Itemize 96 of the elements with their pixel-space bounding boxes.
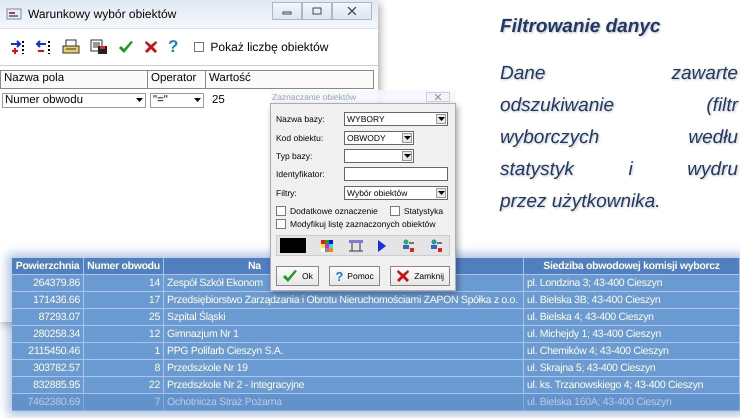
table-cell: Gimnazjum Nr 1 <box>164 326 524 343</box>
window-icon <box>6 7 22 21</box>
value-field[interactable]: 25 <box>208 94 225 106</box>
table-cell: ul. Skrajna 5; 43-400 Cieszyn <box>524 360 740 377</box>
slide-title: Filtrowanie danyc <box>500 16 662 38</box>
maximize-button[interactable] <box>302 2 332 20</box>
field-label: Nazwa bazy: <box>276 114 326 124</box>
user-arrow-icon[interactable] <box>430 239 443 252</box>
table-cell: 7462380.69 <box>12 394 84 411</box>
table-cell: ul. Bielska 160A; 43-400 Cieszyn <box>524 394 740 411</box>
column-header: Numer obwodu <box>84 258 164 275</box>
field-label: Filtry: <box>276 188 298 198</box>
cancel-icon[interactable] <box>144 40 158 54</box>
caret-icon <box>404 136 410 140</box>
user-arrow-icon[interactable] <box>402 239 415 252</box>
checkbox-label: Statystyka <box>404 206 444 216</box>
table-cell: 8 <box>84 360 164 377</box>
caret-icon <box>194 98 201 102</box>
checkbox-label: Dodatkowe oznaczenie <box>290 206 378 216</box>
table-cell: 7 <box>84 394 164 411</box>
maximize-icon <box>312 7 322 15</box>
checkbox[interactable] <box>276 219 286 230</box>
printer-icon[interactable] <box>62 39 80 55</box>
checkbox[interactable] <box>276 206 286 216</box>
operator-dropdown[interactable]: "=" <box>150 92 204 108</box>
caret-icon <box>404 154 410 158</box>
minimize-button[interactable] <box>272 2 302 20</box>
close-button[interactable]: Zamknij <box>390 266 450 286</box>
close-icon <box>347 7 357 15</box>
paragraph-line: przez użytkownika. <box>500 190 662 214</box>
table-cell: 2115450.46 <box>12 343 84 360</box>
color-grid-icon[interactable] <box>321 240 334 252</box>
close-button[interactable] <box>332 2 372 20</box>
field-label: Identyfikator: <box>276 169 326 180</box>
checkbox-label: Modyfikuj listę zaznaczonych obiektów <box>290 219 436 230</box>
table-cell: 1 <box>84 343 164 360</box>
window-title: Warunkowy wybór obiektów <box>28 7 178 21</box>
table-cell: 25 <box>84 309 164 326</box>
caret-icon <box>136 98 143 102</box>
table-cell: 87293.07 <box>12 309 84 326</box>
dropdown[interactable]: Wybór obiektów <box>344 186 448 200</box>
paragraph-line: odszukiwanie (filtr <box>500 94 738 118</box>
table-cell: Szpital Śląski <box>164 309 524 326</box>
text-field[interactable] <box>344 167 448 182</box>
column-header: Siedziba obwodowej komisji wyborcz <box>524 258 740 275</box>
table-cell: 264379.86 <box>12 275 84 292</box>
table-cell: 17 <box>84 292 164 309</box>
paragraph-line: Dane zawarte <box>500 62 738 86</box>
table-cell: 171436.66 <box>12 292 84 309</box>
dropdown[interactable]: OBWODY <box>344 130 414 145</box>
dialog-title: Zaznaczanie obiektów <box>272 92 356 102</box>
table-icon[interactable] <box>348 240 363 252</box>
accept-icon[interactable] <box>118 40 134 54</box>
checkbox[interactable] <box>194 42 204 52</box>
field-label: Typ bazy: <box>276 151 314 162</box>
save-icon[interactable] <box>90 39 108 55</box>
column-header: Nazwa pola <box>0 70 148 89</box>
table-cell: 303782.57 <box>12 360 84 377</box>
dropdown[interactable]: WYBORY <box>344 112 448 126</box>
table-cell: pl. Londzina 3; 43-400 Cieszyn <box>524 275 740 292</box>
table-cell: Przedszkole Nr 19 <box>164 360 524 377</box>
table-cell: 832885.95 <box>12 377 84 394</box>
paragraph-line: wyborczych wedłu <box>500 126 738 150</box>
table-cell: Ochotnicza Straż Pożarna <box>164 394 524 411</box>
add-row-icon[interactable] <box>10 39 26 55</box>
table-cell: ul. Michejdy 1; 43-400 Cieszyn <box>524 326 740 343</box>
table-cell: ul. Bielska 3B; 43-400 Cieszyn <box>524 292 740 309</box>
caret-icon <box>438 117 444 122</box>
caret-icon <box>438 190 444 195</box>
table-cell: ul. Chemików 4; 43-400 Cieszyn <box>524 343 740 360</box>
table-cell: 14 <box>84 275 164 292</box>
help-button[interactable]: ? Pomoc <box>329 266 380 286</box>
check-icon <box>282 269 298 284</box>
table-cell: 280258.34 <box>12 326 84 343</box>
paragraph-line: statystyk i wydru <box>500 158 738 182</box>
table-cell: 22 <box>84 377 164 394</box>
field-label: Kod obiektu: <box>276 132 324 143</box>
table-cell: 12 <box>84 326 164 343</box>
cross-icon <box>396 269 410 284</box>
close-icon <box>434 94 442 100</box>
table-cell: ul. ks. Trzanowskiego 4; 43-400 Cieszyn <box>524 377 740 394</box>
dropdown[interactable] <box>344 149 414 164</box>
ok-button[interactable]: Ok <box>276 266 319 286</box>
table-cell: ul. Bielska 4; 43-400 Cieszyn <box>524 309 740 326</box>
help-icon[interactable]: ? <box>168 37 178 57</box>
checkbox-label: Pokaż liczbę obiektów <box>210 40 328 54</box>
table-cell: Przedszkole Nr 2 - Integracyjne <box>164 377 524 394</box>
column-header: Powierzchnia <box>12 258 84 275</box>
checkbox[interactable] <box>390 206 400 216</box>
field-dropdown[interactable]: Numer obwodu <box>2 92 146 108</box>
table-cell: PPG Polifarb Cieszyn S.A. <box>164 343 524 360</box>
column-header: Wartość <box>206 70 374 89</box>
remove-row-icon[interactable] <box>36 39 52 55</box>
table-cell: Przedsiębiorstwo Zarządzania i Obrotu Nieruchomościami ZAPON Spółka z o.o. <box>164 292 524 309</box>
color-swatch[interactable] <box>280 238 306 254</box>
column-header: Operator <box>148 70 206 89</box>
